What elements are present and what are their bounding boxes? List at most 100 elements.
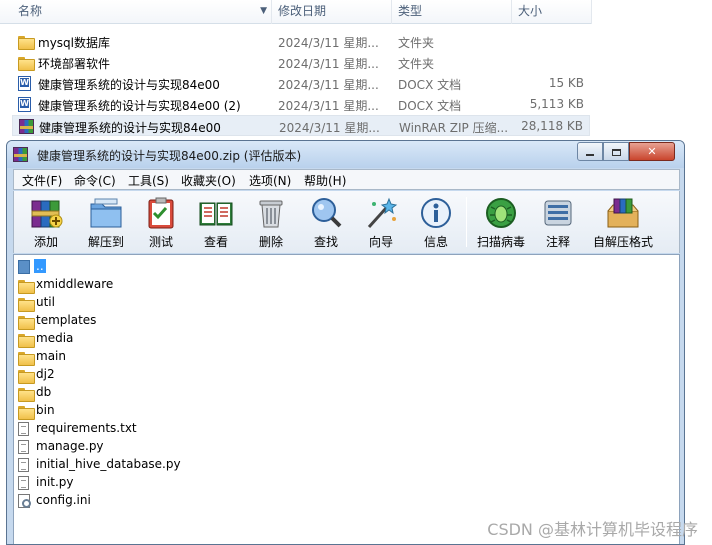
- file-date: 2024/3/11 星期...: [278, 99, 379, 113]
- tool-wizard-label: 向导: [368, 235, 393, 249]
- file-row-selected[interactable]: 健康管理系统的设计与实现84e00 2024/3/11 星期... WinRAR…: [12, 115, 590, 136]
- file-name: mysql数据库: [38, 36, 110, 50]
- entry-name: manage.py: [36, 439, 104, 453]
- file-date: 2024/3/11 星期...: [278, 78, 379, 92]
- folder-icon: [18, 314, 35, 331]
- column-size-label: 大小: [518, 4, 543, 18]
- virus-scan-icon: [486, 198, 516, 228]
- folder-icon: [18, 332, 35, 349]
- file-type: WinRAR ZIP 压缩...: [399, 121, 509, 135]
- entry-name: bin: [36, 403, 55, 417]
- winrar-zip-icon: [19, 119, 34, 134]
- entry-name: media: [36, 331, 74, 345]
- file-name: 健康管理系统的设计与实现84e00: [39, 121, 221, 135]
- tool-scan-virus-label: 扫描病毒: [476, 235, 525, 249]
- entry-name: templates: [36, 313, 97, 327]
- close-icon: ✕: [647, 145, 657, 158]
- file-row[interactable]: 健康管理系统的设计与实现84e00 2024/3/11 星期... DOCX 文…: [12, 73, 590, 94]
- folder-icon: [18, 34, 35, 50]
- column-name-label: 名称: [18, 4, 43, 18]
- tool-test-button[interactable]: 测试: [131, 193, 191, 251]
- column-name[interactable]: 名称 ▼: [12, 0, 272, 24]
- tool-scan-virus-button[interactable]: 扫描病毒: [471, 193, 531, 251]
- tool-extract-to-button[interactable]: 解压到: [76, 193, 136, 251]
- sfx-icon: [607, 198, 639, 228]
- info-icon: [421, 198, 451, 228]
- tool-comment-label: 注释: [545, 235, 570, 249]
- tool-sfx-button[interactable]: 自解压格式: [588, 193, 658, 251]
- text-file-icon: [18, 422, 29, 439]
- maximize-button[interactable]: [603, 142, 629, 161]
- file-type: 文件夹: [398, 36, 435, 50]
- menu-favorites[interactable]: 收藏夹(O): [181, 172, 236, 189]
- file-name: 健康管理系统的设计与实现84e00: [38, 78, 220, 92]
- minimize-button[interactable]: [577, 142, 603, 161]
- column-size[interactable]: 大小: [512, 0, 592, 24]
- toolbar-separator: [466, 197, 467, 247]
- menu-tools[interactable]: 工具(S): [128, 172, 169, 189]
- explorer-column-header: 名称 ▼ 修改日期 类型 大小: [0, 0, 592, 24]
- tool-find-button[interactable]: 查找: [296, 193, 356, 251]
- file-icon: [18, 458, 29, 475]
- tool-info-label: 信息: [423, 235, 448, 249]
- entry-name: requirements.txt: [36, 421, 137, 435]
- column-type[interactable]: 类型: [392, 0, 512, 24]
- entry-name: config.ini: [36, 493, 91, 507]
- close-button[interactable]: ✕: [629, 142, 675, 161]
- winrar-window: 健康管理系统的设计与实现84e00.zip (评估版本) ✕ 文件(F) 命令(…: [6, 140, 685, 545]
- column-date[interactable]: 修改日期: [272, 0, 392, 24]
- tool-sfx-label: 自解压格式: [592, 235, 653, 249]
- folder-icon: [18, 278, 35, 295]
- docx-icon: [18, 76, 33, 91]
- tool-find-label: 查找: [313, 235, 338, 249]
- file-row[interactable]: mysql数据库 2024/3/11 星期... 文件夹: [12, 31, 590, 52]
- menu-help[interactable]: 帮助(H): [304, 172, 346, 189]
- tool-view-label: 查看: [203, 235, 228, 249]
- tool-add-button[interactable]: 添加: [16, 193, 76, 251]
- menu-options[interactable]: 选项(N): [249, 172, 291, 189]
- watermark: CSDN @基林计算机毕设程序: [487, 520, 698, 539]
- entry-name: init.py: [36, 475, 74, 489]
- folder-icon: [18, 386, 35, 403]
- entry-name: dj2: [36, 367, 55, 381]
- entry-name: ..: [34, 259, 46, 273]
- file-row[interactable]: 环境部署软件 2024/3/11 星期... 文件夹: [12, 52, 590, 73]
- tool-view-button[interactable]: 查看: [186, 193, 246, 251]
- file-size: 15 KB: [548, 76, 584, 90]
- winrar-app-icon: [13, 147, 28, 165]
- tool-delete-button[interactable]: 删除: [241, 193, 301, 251]
- entry-name: main: [36, 349, 66, 363]
- column-date-label: 修改日期: [278, 4, 327, 18]
- add-archive-icon: [31, 200, 63, 228]
- up-folder-icon: [18, 260, 30, 277]
- tool-delete-label: 删除: [258, 235, 283, 249]
- toolbar: 添加 解压到 测试 查看 删除 查找 向导 信息 扫描病毒 注释 自解压格式: [13, 191, 680, 253]
- entry-name: initial_hive_database.py: [36, 457, 181, 471]
- find-icon: [312, 198, 342, 228]
- menu-bar: 文件(F) 命令(C) 工具(S) 收藏夹(O) 选项(N) 帮助(H): [13, 169, 680, 190]
- folder-icon: [18, 404, 35, 421]
- file-row[interactable]: 健康管理系统的设计与实现84e00 (2) 2024/3/11 星期... DO…: [12, 94, 590, 115]
- file-size: 5,113 KB: [529, 97, 584, 111]
- file-date: 2024/3/11 星期...: [279, 121, 380, 135]
- file-icon: [18, 476, 29, 493]
- docx-icon: [18, 97, 33, 112]
- extract-to-icon: [90, 198, 122, 228]
- sort-chevron-icon[interactable]: ▼: [260, 0, 267, 23]
- tool-wizard-button[interactable]: 向导: [351, 193, 411, 251]
- file-size: 28,118 KB: [521, 119, 583, 133]
- folder-icon: [18, 350, 35, 367]
- wizard-icon: [367, 197, 398, 229]
- tool-comment-button[interactable]: 注释: [528, 193, 588, 251]
- file-type: DOCX 文档: [398, 99, 462, 113]
- column-type-label: 类型: [398, 4, 423, 18]
- file-name: 健康管理系统的设计与实现84e00 (2): [38, 99, 241, 113]
- menu-file[interactable]: 文件(F): [22, 172, 62, 189]
- tool-info-button[interactable]: 信息: [406, 193, 466, 251]
- entry-name: xmiddleware: [36, 277, 114, 291]
- menu-commands[interactable]: 命令(C): [74, 172, 116, 189]
- file-name: 环境部署软件: [38, 57, 111, 71]
- file-type: 文件夹: [398, 57, 435, 71]
- window-title: 健康管理系统的设计与实现84e00.zip (评估版本): [37, 149, 302, 163]
- title-bar[interactable]: 健康管理系统的设计与实现84e00.zip (评估版本) ✕: [7, 141, 684, 168]
